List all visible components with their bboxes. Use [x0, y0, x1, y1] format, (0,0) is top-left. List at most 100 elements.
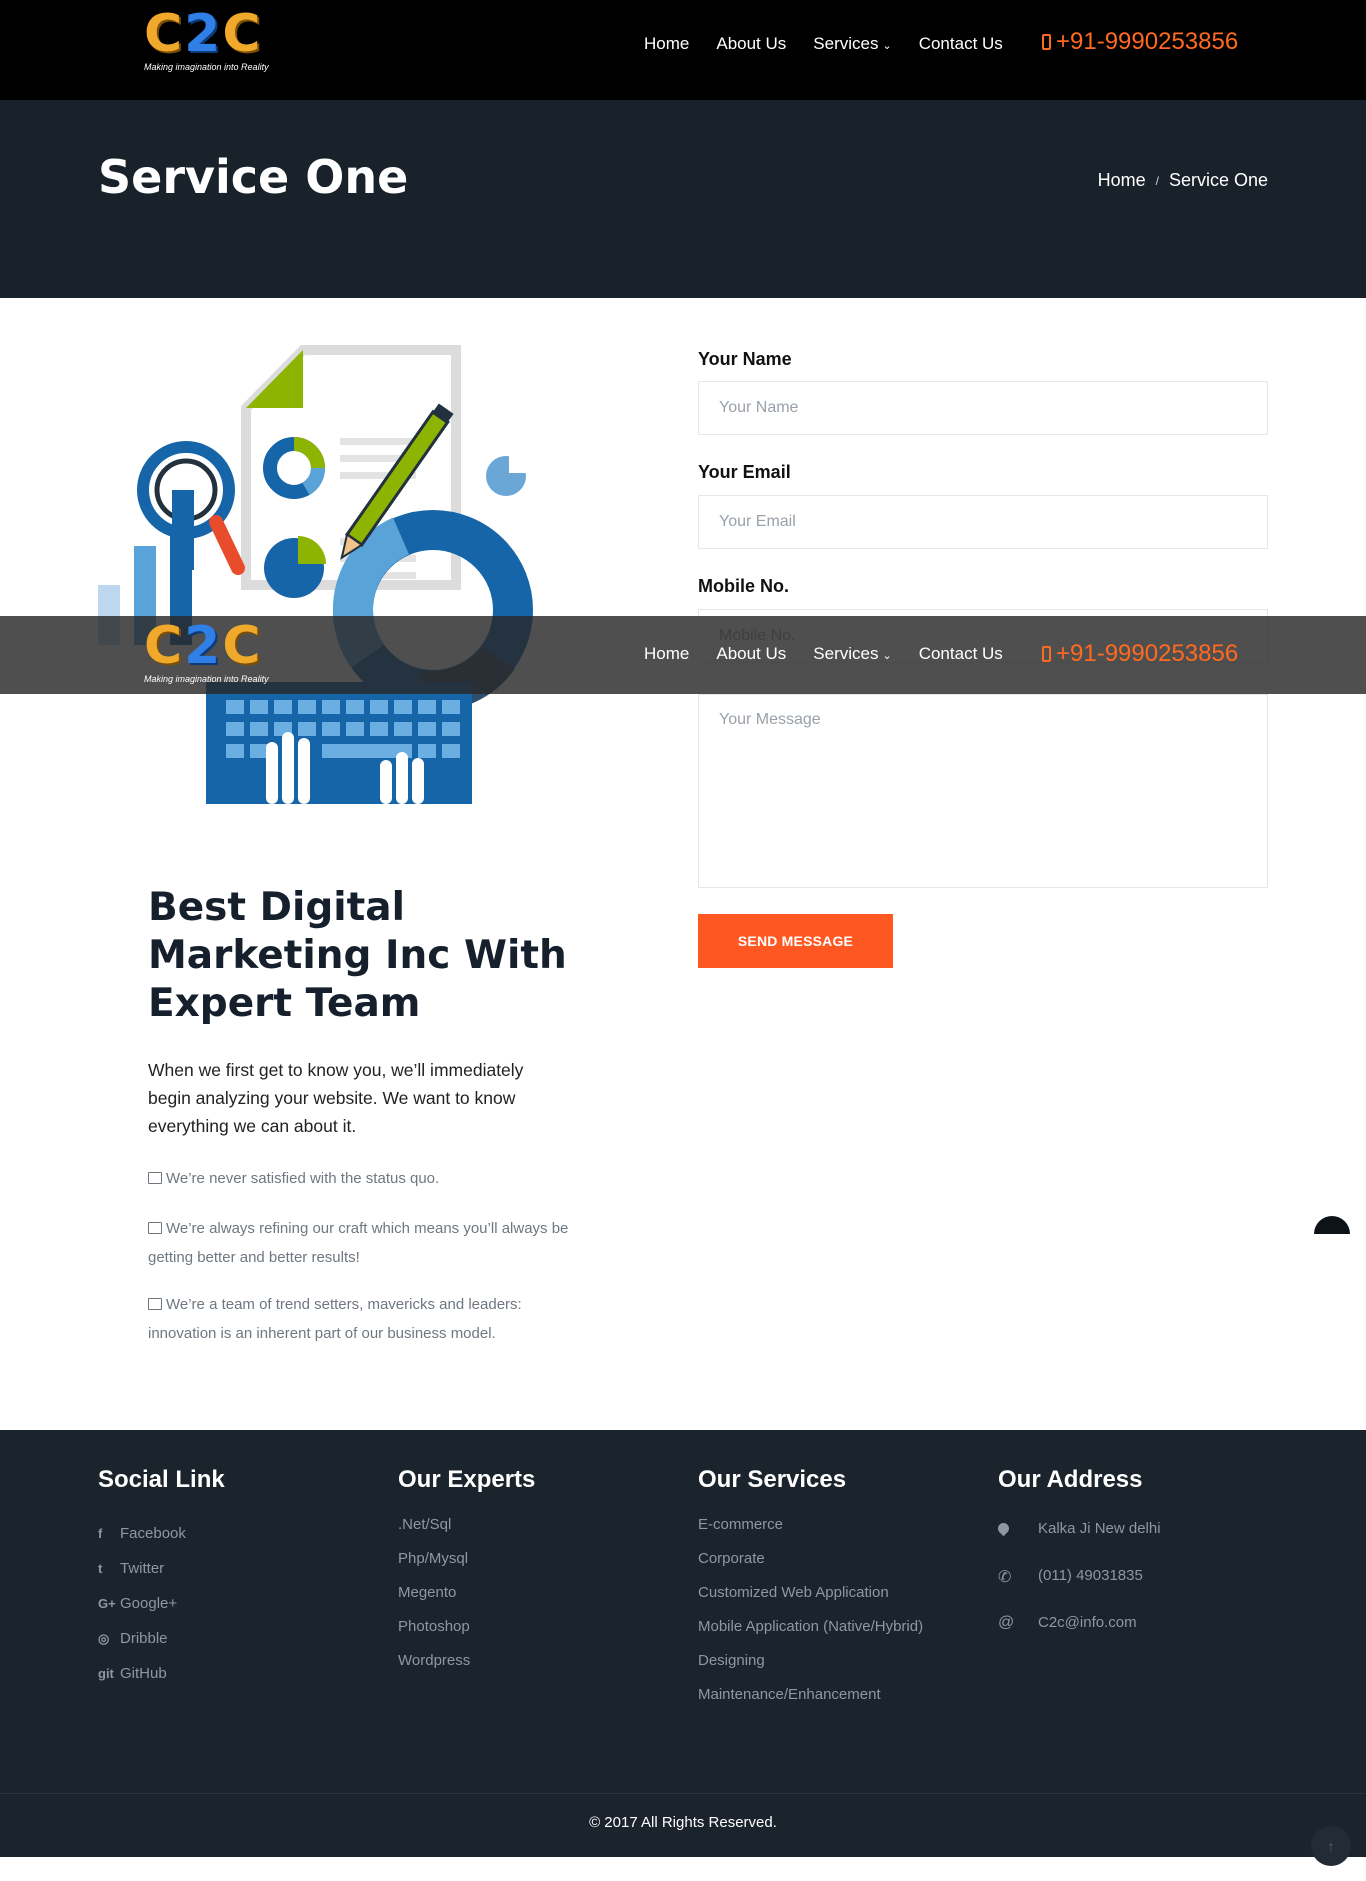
logo-mark: C2C	[144, 616, 263, 676]
nav-home[interactable]: Home	[644, 644, 689, 664]
nav-services[interactable]: Services ⌄	[813, 644, 891, 664]
chevron-down-icon: ⌄	[882, 650, 892, 662]
breadcrumb-home[interactable]: Home	[1098, 170, 1146, 191]
floating-widget[interactable]	[1314, 1216, 1350, 1234]
social-label: GitHub	[120, 1665, 167, 1682]
nav-about-us[interactable]: About Us	[716, 644, 786, 664]
social-link-github[interactable]: git GitHub	[98, 1656, 225, 1691]
breadcrumb-separator: /	[1155, 173, 1159, 188]
service-item[interactable]: Customized Web Application	[698, 1584, 923, 1618]
google-plus-icon: G+	[98, 1596, 116, 1611]
feature-point-text: We’re always refining our craft which me…	[148, 1220, 569, 1266]
section-heading: Best Digital Marketing Inc With Expert T…	[148, 885, 567, 1026]
service-item[interactable]: Designing	[698, 1652, 923, 1686]
nav-services[interactable]: Services ⌄	[813, 34, 891, 54]
address-location: Kalka Ji New delhi	[995, 1516, 1161, 1563]
service-item[interactable]: Mobile Application (Native/Hybrid)	[698, 1618, 923, 1652]
services-column: Our Services E-commerce Corporate Custom…	[698, 1466, 923, 1720]
header-phone[interactable]: +91-9990253856	[1042, 640, 1238, 668]
breadcrumb-current: Service One	[1168, 170, 1268, 190]
social-links-column: Social Link f Facebook t Twitter G+ Google+…	[98, 1466, 225, 1691]
nav-services-label: Services	[813, 644, 879, 663]
social-label: Dribble	[120, 1630, 168, 1647]
mobile-phone-icon	[1042, 34, 1051, 50]
address-title: Our Address	[998, 1466, 1143, 1493]
flag-icon	[148, 1172, 162, 1184]
service-item[interactable]: Corporate	[698, 1550, 923, 1584]
social-title: Social Link	[98, 1466, 225, 1493]
header-phone[interactable]: +91-9990253856	[1042, 28, 1238, 56]
feature-point: We’re a team of trend setters, mavericks…	[148, 1290, 578, 1348]
social-label: Twitter	[120, 1560, 165, 1577]
email-text: C2c@info.com	[1038, 1614, 1137, 1631]
send-message-button[interactable]: SEND MESSAGE	[698, 914, 893, 968]
lead-paragraph: When we first get to know you, we’ll imm…	[148, 1060, 524, 1136]
mobile-label: Mobile No.	[698, 576, 789, 596]
sticky-nav: Home About Us Services ⌄ Contact Us	[644, 644, 1030, 664]
social-label: Google+	[120, 1595, 178, 1612]
message-field[interactable]	[698, 694, 1268, 888]
sticky-header: C2C Making imagination into Reality Home…	[0, 616, 1366, 694]
site-footer: Social Link f Facebook t Twitter G+ Google+…	[0, 1430, 1366, 1793]
email-field[interactable]	[698, 495, 1268, 549]
service-item[interactable]: E-commerce	[698, 1516, 923, 1550]
main-nav: Home About Us Services ⌄ Contact Us	[644, 34, 1030, 54]
git-icon: git	[98, 1666, 114, 1681]
name-label: Your Name	[698, 349, 792, 369]
nav-contact-us[interactable]: Contact Us	[919, 34, 1003, 54]
nav-contact-us[interactable]: Contact Us	[919, 644, 1003, 664]
nav-services-label: Services	[813, 34, 879, 53]
magnifier-icon	[137, 441, 245, 575]
copyright: © 2017 All Rights Reserved.	[589, 1814, 777, 1831]
logo[interactable]: C2C Making imagination into Reality	[144, 8, 276, 74]
map-pin-icon	[995, 1520, 1012, 1537]
small-pie-icon	[486, 454, 528, 496]
email-label: Your Email	[698, 462, 791, 482]
social-link-twitter[interactable]: t Twitter	[98, 1551, 225, 1586]
phone-number: +91-9990253856	[1056, 28, 1239, 55]
at-icon: @	[998, 1614, 1015, 1631]
flag-icon	[148, 1222, 162, 1234]
address-phone: ✆ (011) 49031835	[998, 1563, 1161, 1610]
social-link-dribbble[interactable]: ◎ Dribble	[98, 1621, 225, 1656]
expert-item[interactable]: Php/Mysql	[398, 1550, 535, 1584]
social-link-google-plus[interactable]: G+ Google+	[98, 1586, 225, 1621]
social-link-facebook[interactable]: f Facebook	[98, 1516, 225, 1551]
expert-item[interactable]: .Net/Sql	[398, 1516, 535, 1550]
digital-marketing-illustration	[98, 345, 533, 804]
site-header: C2C Making imagination into Reality Home…	[0, 0, 1366, 100]
chevron-down-icon: ⌄	[882, 40, 892, 52]
arrow-up-icon: ↑	[1327, 1838, 1335, 1854]
nav-home[interactable]: Home	[644, 34, 689, 54]
keyboard-icon	[206, 682, 472, 804]
expert-item[interactable]: Wordpress	[398, 1652, 535, 1686]
twitter-icon: t	[98, 1561, 103, 1576]
back-to-top-button[interactable]: ↑	[1311, 1826, 1351, 1866]
phone-number: +91-9990253856	[1056, 640, 1239, 667]
sticky-logo[interactable]: C2C Making imagination into Reality	[144, 620, 276, 686]
page-hero: Service One Home / Service One	[0, 100, 1366, 298]
expert-item[interactable]: Megento	[398, 1584, 535, 1618]
mobile-phone-icon	[1042, 646, 1051, 662]
service-item[interactable]: Maintenance/Enhancement	[698, 1686, 923, 1720]
logo-mark: C2C	[144, 4, 263, 64]
experts-column: Our Experts .Net/Sql Php/Mysql Megento P…	[398, 1466, 535, 1686]
location-text: Kalka Ji New delhi	[1038, 1520, 1161, 1537]
phone-text: (011) 49031835	[1038, 1567, 1143, 1584]
social-label: Facebook	[120, 1525, 186, 1542]
logo-tagline: Making imagination into Reality	[144, 62, 269, 72]
feature-point-text: We’re never satisfied with the status qu…	[166, 1170, 440, 1187]
nav-about-us[interactable]: About Us	[716, 34, 786, 54]
feature-point-text: We’re a team of trend setters, mavericks…	[148, 1296, 522, 1342]
experts-title: Our Experts	[398, 1466, 536, 1493]
address-email[interactable]: @ C2c@info.com	[998, 1610, 1161, 1657]
address-column: Our Address Kalka Ji New delhi ✆ (011) 49…	[995, 1466, 1161, 1657]
feature-point: We’re always refining our craft which me…	[148, 1214, 578, 1272]
name-field[interactable]	[698, 381, 1268, 435]
facebook-icon: f	[98, 1526, 103, 1541]
footer-bottom-bar: © 2017 All Rights Reserved.	[0, 1793, 1366, 1857]
expert-item[interactable]: Photoshop	[398, 1618, 535, 1652]
logo-tagline: Making imagination into Reality	[144, 674, 269, 684]
dribbble-icon: ◎	[98, 1630, 110, 1646]
page-title: Service One	[98, 150, 409, 204]
